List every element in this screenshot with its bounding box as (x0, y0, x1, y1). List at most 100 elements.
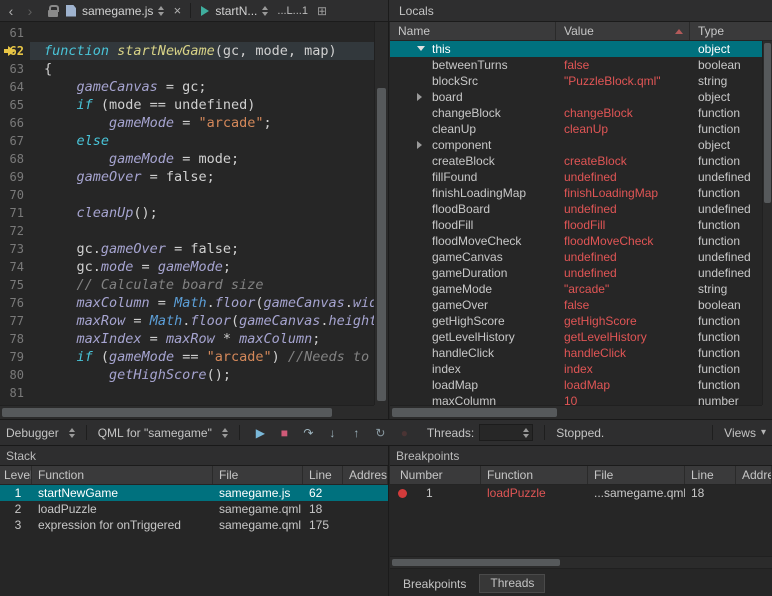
column-header-level[interactable]: Level (0, 466, 32, 484)
locals-row[interactable]: handleClickhandleClickfunction (390, 345, 762, 361)
line-number[interactable]: 66 (0, 114, 30, 132)
step-into-icon[interactable]: ↓ (323, 424, 342, 441)
code-line[interactable]: 68 gameMode = mode; (0, 150, 374, 168)
locals-row[interactable]: componentobject (390, 137, 762, 153)
code-line[interactable]: 74 gc.mode = gameMode; (0, 258, 374, 276)
engine-combo[interactable]: QML for "samegame" (98, 426, 212, 440)
column-header-value[interactable]: Value (556, 22, 690, 40)
line-number[interactable]: 73 (0, 240, 30, 258)
locals-row[interactable]: floodMoveCheckfloodMoveCheckfunction (390, 233, 762, 249)
line-number[interactable]: 81 (0, 384, 30, 402)
scrollbar-thumb[interactable] (392, 559, 560, 566)
line-number[interactable]: 67 (0, 132, 30, 150)
locals-row[interactable]: cleanUpcleanUpfunction (390, 121, 762, 137)
continue-icon[interactable]: ▶ (251, 424, 270, 441)
line-number[interactable]: 72 (0, 222, 30, 240)
scrollbar-thumb[interactable] (764, 43, 771, 203)
column-header-type[interactable]: Type (690, 22, 772, 40)
debugger-combo[interactable]: Debugger (6, 426, 59, 440)
locals-row[interactable]: blockSrc"PuzzleBlock.qml"string (390, 73, 762, 89)
line-number[interactable]: 71 (0, 204, 30, 222)
code-line[interactable]: 77 maxRow = Math.floor(gameCanvas.height (0, 312, 374, 330)
line-number[interactable]: 79 (0, 348, 30, 366)
stack-row[interactable]: 2loadPuzzlesamegame.qml18 (0, 501, 388, 517)
code-line[interactable]: 78 maxIndex = maxRow * maxColumn; (0, 330, 374, 348)
breakpoints-horizontal-scrollbar[interactable] (390, 556, 772, 569)
code-line[interactable]: 63{ (0, 60, 374, 78)
code-line[interactable]: 64 gameCanvas = gc; (0, 78, 374, 96)
code-line[interactable]: 66 gameMode = "arcade"; (0, 114, 374, 132)
locals-row[interactable]: fillFoundundefinedundefined (390, 169, 762, 185)
code-line[interactable]: 73 gc.gameOver = false; (0, 240, 374, 258)
code-line[interactable]: 75 // Calculate board size (0, 276, 374, 294)
stack-row[interactable]: 3expression for onTriggeredsamegame.qml1… (0, 517, 388, 533)
scrollbar-thumb[interactable] (377, 88, 386, 401)
code-line[interactable]: 67 else (0, 132, 374, 150)
locals-row[interactable]: thisobject (390, 41, 762, 57)
column-header-line[interactable]: Line (303, 466, 343, 484)
line-number[interactable]: 78 (0, 330, 30, 348)
scrollbar-thumb[interactable] (2, 408, 332, 417)
combo-arrows-icon[interactable] (158, 6, 164, 16)
locals-row[interactable]: loadMaploadMapfunction (390, 377, 762, 393)
locals-row[interactable]: gameCanvasundefinedundefined (390, 249, 762, 265)
column-header-function[interactable]: Function (481, 466, 588, 484)
code-line[interactable]: 81 (0, 384, 374, 402)
locals-row[interactable]: gameMode"arcade"string (390, 281, 762, 297)
locals-row[interactable]: floodBoardundefinedundefined (390, 201, 762, 217)
locals-horizontal-scrollbar[interactable] (390, 405, 762, 419)
line-number[interactable]: 63 (0, 60, 30, 78)
back-button[interactable]: ‹ (3, 3, 19, 19)
locals-row[interactable]: getHighScoregetHighScorefunction (390, 313, 762, 329)
line-number[interactable]: 70 (0, 186, 30, 204)
line-number[interactable]: 76 (0, 294, 30, 312)
locals-row[interactable]: gameOverfalseboolean (390, 297, 762, 313)
scrollbar-thumb[interactable] (392, 408, 557, 417)
column-header-line[interactable]: Line (685, 466, 736, 484)
code-line[interactable]: 79 if (gameMode == "arcade") //Needs to (0, 348, 374, 366)
chevron-down-icon[interactable]: ▾ (761, 427, 766, 438)
code-area[interactable]: 6162function startNewGame(gc, mode, map)… (0, 24, 374, 405)
code-line[interactable]: 76 maxColumn = Math.floor(gameCanvas.wid… (0, 294, 374, 312)
line-number[interactable]: 68 (0, 150, 30, 168)
locals-vertical-scrollbar[interactable] (762, 41, 772, 405)
column-header-file[interactable]: File (213, 466, 303, 484)
locals-row[interactable]: gameDurationundefinedundefined (390, 265, 762, 281)
breakpoint-row[interactable]: 1loadPuzzle...samegame.qml18 (390, 485, 772, 501)
symbol-selector[interactable]: startN... (215, 4, 257, 18)
code-line[interactable]: 70 (0, 186, 374, 204)
forward-button[interactable]: › (22, 3, 38, 19)
code-line[interactable]: 61 (0, 24, 374, 42)
collapse-icon[interactable] (417, 46, 425, 51)
locals-row[interactable]: floodFillfloodFillfunction (390, 217, 762, 233)
restart-icon[interactable]: ↻ (371, 424, 390, 441)
line-number[interactable]: 80 (0, 366, 30, 384)
locals-row[interactable]: betweenTurnsfalseboolean (390, 57, 762, 73)
editor-vertical-scrollbar[interactable] (374, 22, 388, 405)
close-document-button[interactable]: × (170, 3, 184, 18)
locals-row[interactable]: changeBlockchangeBlockfunction (390, 105, 762, 121)
line-number[interactable]: 75 (0, 276, 30, 294)
record-icon[interactable]: ● (395, 424, 414, 441)
column-header-name[interactable]: Name (390, 22, 556, 40)
split-editor-icon[interactable]: ⊞ (317, 4, 327, 18)
line-number[interactable]: 65 (0, 96, 30, 114)
tab-breakpoints[interactable]: Breakpoints (393, 574, 476, 594)
combo-arrows-icon[interactable] (262, 6, 268, 16)
tab-threads[interactable]: Threads (479, 574, 545, 593)
line-number[interactable]: 77 (0, 312, 30, 330)
editor-horizontal-scrollbar[interactable] (0, 405, 374, 419)
code-line[interactable]: 62function startNewGame(gc, mode, map) (0, 42, 374, 60)
locals-row[interactable]: createBlockcreateBlockfunction (390, 153, 762, 169)
code-line[interactable]: 69 gameOver = false; (0, 168, 374, 186)
code-line[interactable]: 72 (0, 222, 374, 240)
code-line[interactable]: 80 getHighScore(); (0, 366, 374, 384)
open-file-selector[interactable]: samegame.js (82, 4, 153, 18)
interrupt-icon[interactable]: ■ (275, 424, 294, 441)
column-header-file[interactable]: File (588, 466, 685, 484)
column-header-address[interactable]: Address (343, 466, 388, 484)
step-out-icon[interactable]: ↑ (347, 424, 366, 441)
locals-row[interactable]: boardobject (390, 89, 762, 105)
line-number[interactable]: 69 (0, 168, 30, 186)
locals-row[interactable]: getLevelHistorygetLevelHistoryfunction (390, 329, 762, 345)
